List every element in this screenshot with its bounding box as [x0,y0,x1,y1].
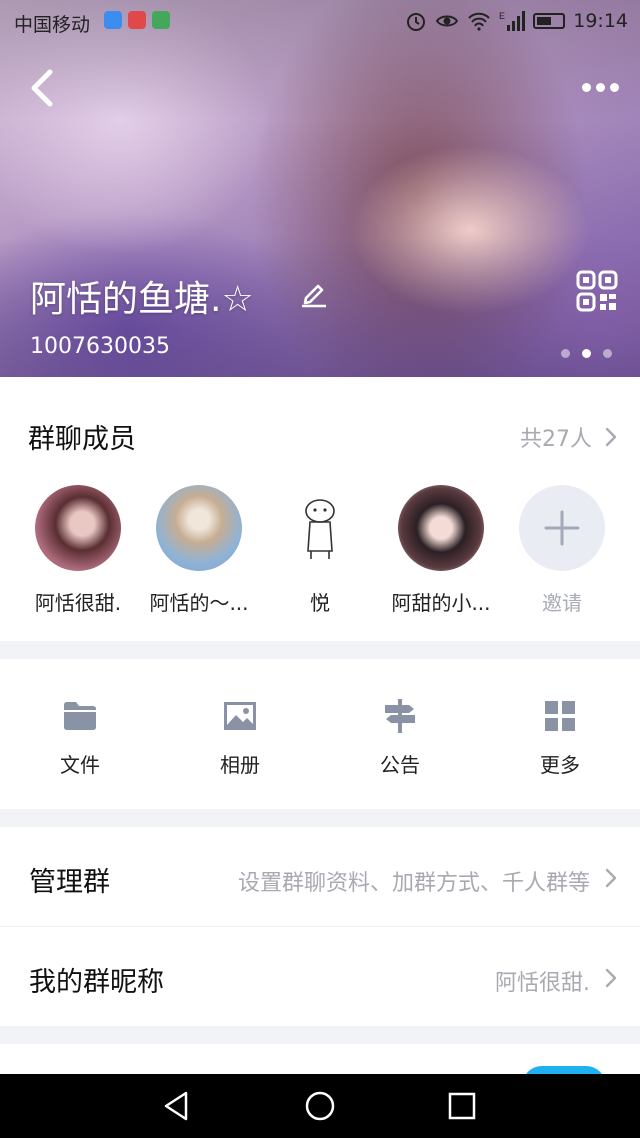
avatar [35,485,121,571]
avatar [156,485,242,571]
announcement-button[interactable]: 公告 [340,697,460,778]
group-settings-list: 管理群 设置群聊资料、加群方式、千人群等 我的群昵称 阿恬很甜. [0,827,640,1026]
wifi-icon [468,12,490,31]
plus-icon [544,510,580,546]
svg-text:E: E [499,11,505,21]
manage-group-hint: 设置群聊资料、加群方式、千人群等 [237,871,590,896]
cell-signal-icon: E [499,11,526,31]
eye-comfort-icon [436,15,459,27]
circle-home-icon [305,1091,335,1121]
more-options-button[interactable] [578,74,622,100]
announcement-label: 公告 [380,753,420,777]
system-back-button[interactable] [158,1088,194,1124]
back-arrow-icon [31,69,53,107]
group-features: 文件 相册 公告 更多 [0,659,640,809]
member-name: 阿恬很甜. [34,591,122,615]
member-avatar-list: 阿恬很甜. 阿恬的～... 悦 阿甜的小... 邀请 [0,485,640,615]
chevron-right-icon [605,968,617,988]
edit-name-button[interactable] [298,276,330,308]
album-label: 相册 [220,753,260,777]
chat-notification-icon [152,11,170,29]
members-count-link[interactable]: 共27人 [520,421,618,453]
more-dot [595,82,605,92]
member-item[interactable]: 阿甜的小... [371,485,511,616]
members-section: 群聊成员 共27人 阿恬很甜. 阿恬的～... 悦 阿甜的小... 邀请 [0,377,640,641]
chevron-right-icon [605,868,617,888]
member-name: 阿甜的小... [391,591,491,615]
avatar [519,485,605,571]
files-label: 文件 [60,753,100,777]
my-nickname-label: 我的群昵称 [29,967,164,998]
group-number: 1007630035 [30,334,170,359]
app-notification-icon [128,11,146,29]
hotspot-icon [104,11,122,29]
my-nickname-value: 阿恬很甜. [495,971,590,996]
member-item[interactable]: 悦 [250,485,390,616]
more-features-label: 更多 [540,753,580,777]
invite-label: 邀请 [542,591,582,615]
status-bar: 中国移动 E 19:14 [0,0,640,44]
avatar [398,485,484,571]
cover-page-indicator [561,349,612,358]
group-name: 阿恬的鱼塘.☆ [30,279,254,320]
partial-settings-row [0,1044,640,1106]
members-count: 共27人 [520,427,592,452]
system-navigation-bar [0,1074,640,1138]
back-button[interactable] [24,66,64,110]
status-right: E 19:14 [405,10,628,32]
signpost-icon [385,699,415,733]
triangle-back-icon [164,1091,188,1121]
members-title: 群聊成员 [28,424,136,455]
alarm-icon [407,13,426,31]
clock: 19:14 [573,10,628,32]
chevron-right-icon [605,427,617,447]
grid-icon [545,701,575,731]
member-item[interactable]: 阿恬的～... [129,485,269,616]
carrier-name: 中国移动 [14,14,91,36]
page-dot-active [582,349,591,358]
status-app-icons [104,11,170,29]
more-dot [609,82,619,92]
manage-group-label: 管理群 [29,867,110,898]
page-dot [561,349,570,358]
my-nickname-row[interactable]: 我的群昵称 阿恬很甜. [0,927,640,1026]
more-features-button[interactable]: 更多 [500,697,620,778]
manage-group-row[interactable]: 管理群 设置群聊资料、加群方式、千人群等 [0,827,640,927]
more-dot [581,82,591,92]
photo-icon [224,702,256,730]
page-dot [603,349,612,358]
invite-member-button[interactable]: 邀请 [492,485,632,616]
member-item[interactable]: 阿恬很甜. [8,485,148,616]
member-name: 阿恬的～... [149,591,249,615]
group-cover-header: 中国移动 E 19:14 阿恬的鱼塘.☆ 1007630035 [0,0,640,377]
files-button[interactable]: 文件 [20,697,140,778]
qr-code-icon [576,270,618,312]
avatar [277,485,363,571]
square-recents-icon [448,1092,476,1120]
battery-icon [533,13,566,29]
folder-icon [64,702,96,730]
system-home-button[interactable] [302,1088,338,1124]
member-name: 悦 [310,591,330,615]
album-button[interactable]: 相册 [180,697,300,778]
qr-code-button[interactable] [576,270,618,312]
pencil-icon [302,284,326,308]
cartoon-avatar-icon [305,499,335,559]
system-recents-button[interactable] [444,1088,480,1124]
